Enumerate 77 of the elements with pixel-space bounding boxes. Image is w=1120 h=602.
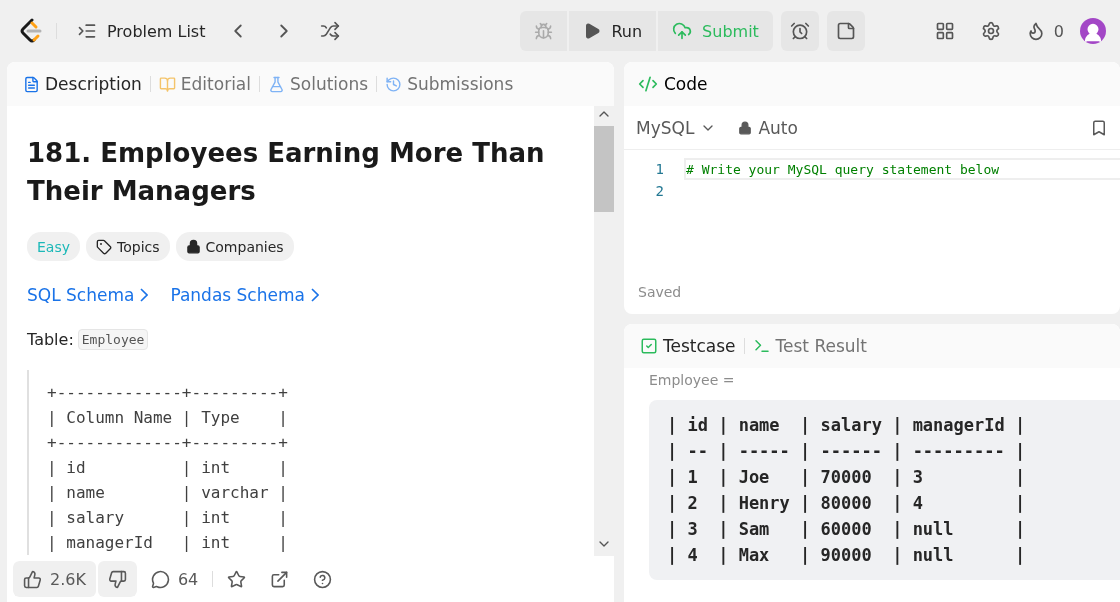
tag-chip[interactable]: Companies (175, 232, 294, 261)
lock-icon (185, 239, 201, 254)
panel-tab[interactable]: Submissions (379, 69, 520, 99)
panel-tab[interactable]: Testcase (634, 331, 742, 361)
input-line: | 1 | Joe | 70000 | 3 | (667, 466, 1027, 489)
input-line: | -- | ----- | ------ | --------- | (667, 440, 1027, 463)
external-link-icon (270, 569, 290, 589)
cloud-upload-icon (672, 21, 693, 41)
save-status: Saved (637, 284, 683, 302)
line-number: 2 (654, 183, 664, 199)
play-icon (583, 22, 602, 40)
terminal-icon (752, 337, 771, 355)
scrollbar[interactable] (594, 106, 614, 556)
avatar[interactable] (1080, 18, 1106, 44)
shuffle-icon (320, 21, 341, 41)
timer-button[interactable] (780, 11, 819, 51)
schema-line: | managerId | int | (47, 532, 289, 554)
logo-icon[interactable] (20, 18, 42, 44)
thumbs-down-icon (107, 569, 127, 589)
schema-line: +-------------+---------+ (47, 432, 289, 454)
run-button[interactable]: Run (569, 11, 657, 51)
speech-bubble-icon (150, 569, 170, 589)
note-icon (835, 21, 856, 41)
input-line: | id | name | salary | managerId | (667, 414, 1027, 437)
schema-line: | id | int | (47, 457, 289, 479)
code-icon (638, 74, 658, 94)
alarm-clock-icon (789, 21, 810, 41)
panel-tab[interactable]: Editorial (152, 69, 257, 99)
settings-icon (980, 21, 1001, 41)
line-number: 1 (654, 161, 664, 177)
history-icon (385, 75, 403, 93)
schema-link[interactable]: Pandas Schema (170, 285, 305, 305)
chevron-right-icon (140, 288, 149, 302)
bug-icon (534, 21, 554, 41)
flask-icon (268, 75, 285, 93)
book-icon (158, 75, 176, 93)
thumbs-up-icon (23, 569, 42, 589)
schema-line: | name | varchar | (47, 482, 289, 504)
grid-icon (934, 21, 955, 41)
checkbox-icon (640, 337, 658, 355)
streak-button[interactable]: 0 (1017, 11, 1072, 51)
input-line: | 4 | Max | 90000 | null | (667, 544, 1027, 567)
schema-link[interactable]: SQL Schema (27, 285, 135, 305)
schema-line: | salary | int | (47, 507, 289, 529)
input-line: | 2 | Henry | 80000 | 4 | (667, 492, 1027, 515)
difficulty-badge: Easy (27, 232, 80, 261)
panel-tab[interactable]: Solutions (262, 69, 375, 99)
bookmark-icon[interactable] (1090, 118, 1108, 137)
schema-line: | Column Name | Type | (47, 407, 289, 429)
autocomplete-toggle[interactable]: Auto (738, 117, 798, 138)
panel-title: Code (664, 74, 708, 94)
like-button[interactable]: 2.6K (13, 561, 96, 597)
problem-list-button[interactable]: Problem List (71, 11, 212, 51)
table-name: Employee (77, 329, 149, 350)
language-dropdown[interactable]: MySQL (636, 117, 717, 138)
list-icon (77, 21, 97, 41)
lock-icon (738, 120, 753, 135)
input-line: | 3 | Sam | 60000 | null | (667, 518, 1027, 541)
help-icon (313, 569, 333, 589)
input-box[interactable]: | id | name | salary | managerId | | -- | ----- | ------ | --------- | | 1 | Joe | 70000 | 3 | | 2 | Henry | 80000 | 4 | | 3 | Sam | 60000 | null | | 4 | Max | 90000 | null | (649, 400, 1120, 580)
schema-line: +-------------+---------+ (47, 382, 289, 404)
scrollbar-thumb[interactable] (594, 126, 614, 212)
table-label: Table: (27, 330, 74, 349)
panel-tab[interactable]: Description (17, 69, 148, 99)
comments-button[interactable]: 64 (140, 561, 209, 597)
tag-icon (96, 238, 112, 255)
chevron-right-icon (310, 288, 319, 302)
dislike-button[interactable] (97, 561, 137, 597)
document-icon (23, 75, 40, 93)
problem-title: 181. Employees Earning More Than Their Managers (27, 137, 546, 208)
person-icon (1082, 22, 1104, 44)
input-label: Employee = (648, 371, 736, 390)
note-button[interactable] (826, 11, 865, 51)
panel-tab[interactable]: Test Result (746, 331, 873, 361)
star-icon (227, 569, 247, 589)
tag-chip[interactable]: Topics (86, 232, 170, 261)
code-line[interactable]: # Write your MySQL query statement below (684, 158, 1120, 180)
